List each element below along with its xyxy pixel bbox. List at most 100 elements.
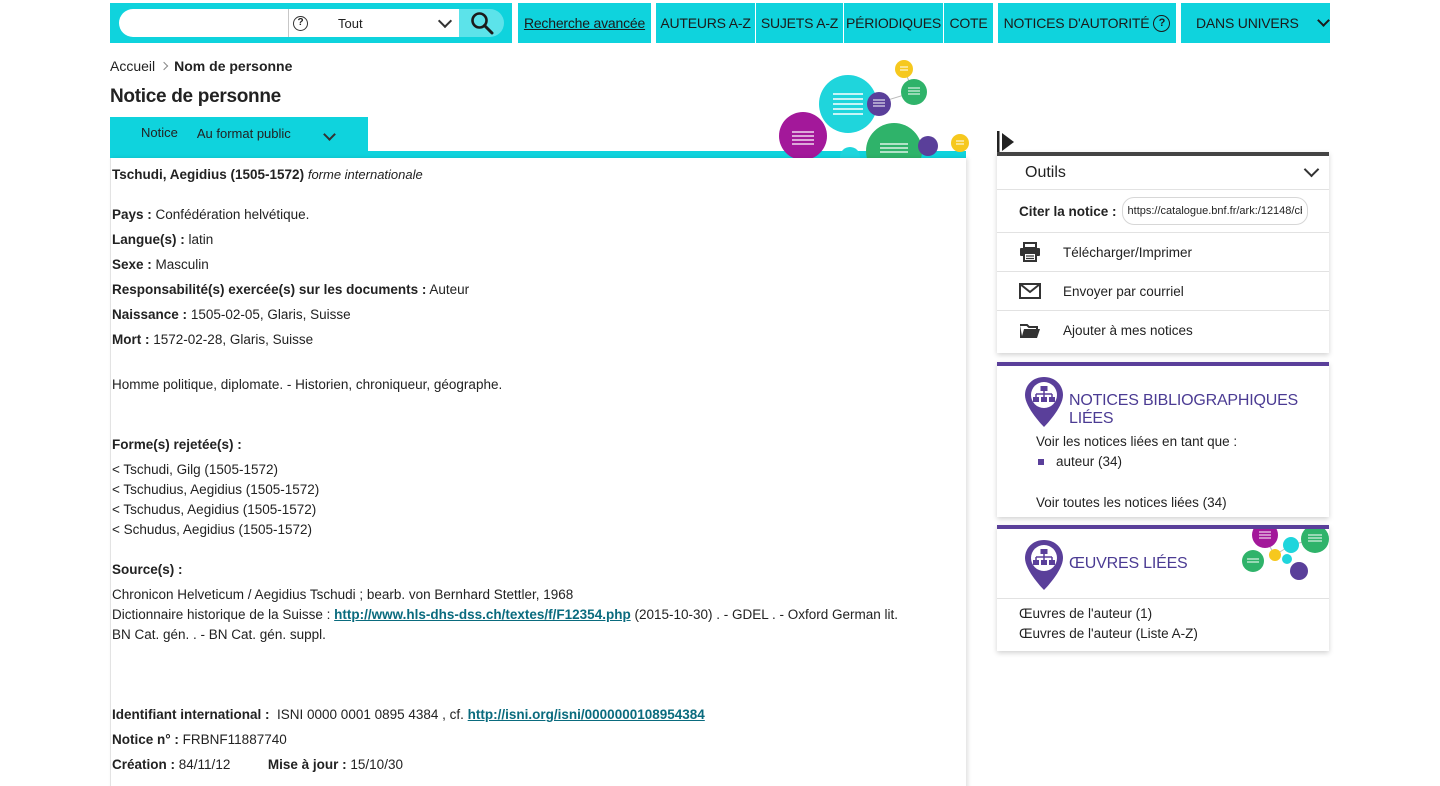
field-label: Langue(s) : [112,232,185,247]
linked-works-title: ŒUVRES LIÉES [1069,555,1188,572]
search-icon [470,12,493,35]
search-button[interactable] [459,9,504,37]
breadcrumb: Accueil Nom de personne [110,58,292,74]
universe-dropdown[interactable]: DANS UNIVERS [1181,3,1330,43]
all-linked-records-link[interactable]: Voir toutes les notices liées (34) [1036,495,1227,510]
folder-icon [1019,320,1041,342]
add-to-my-records-button[interactable]: Ajouter à mes notices [997,311,1329,350]
top-navigation: ? Tout Recherche avancée AUTEURS A-Z SUJ… [110,3,1330,43]
field-sex: Sexe : Masculin [112,257,209,272]
breadcrumb-home[interactable]: Accueil [110,58,155,74]
cite-label: Citer la notice : [1019,203,1117,219]
chevron-down-icon [322,127,336,141]
field-value: 15/10/30 [350,757,403,772]
field-label: Sexe : [112,257,152,272]
help-icon[interactable]: ? [1153,14,1171,32]
nav-authority-records[interactable]: NOTICES D'AUTORITÉ ? [998,3,1176,43]
source-item: BN Cat. gén. . - BN Cat. gén. suppl. [112,627,326,642]
linked-as-author-label: auteur (34) [1056,454,1123,469]
universe-label: DANS UNIVERS [1196,15,1299,31]
cite-row: Citer la notice : [997,190,1329,233]
rejected-form: < Tschudius, Aegidius (1505-1572) [112,482,320,497]
biographical-note: Homme politique, diplomate. - Historien,… [112,377,503,392]
rejected-forms-heading: Forme(s) rejetée(s) : [112,437,242,452]
help-icon[interactable]: ? [293,15,308,31]
source-text: (2015-10-30) . - GDEL . - Oxford German … [634,607,899,622]
source-item: Chronicon Helveticum / Aegidius Tschudi … [112,587,574,602]
field-label: Naissance : [112,307,188,322]
field-responsibility: Responsabilité(s) exercée(s) sur les doc… [112,282,469,297]
search-bar: ? Tout [110,3,512,43]
field-label: Pays : [112,207,152,222]
search-input[interactable] [119,9,289,37]
collapse-panel-toggle[interactable] [997,131,1015,153]
download-print-button[interactable]: Télécharger/Imprimer [997,233,1329,272]
field-label: Notice n° : [112,732,179,747]
authority-record: Tschudi, Aegidius (1505-1572) forme inte… [110,158,966,786]
map-pin-icon [1025,540,1063,590]
page-title: Notice de personne [110,86,281,107]
source-text: Dictionnaire historique de la Suisse : [112,607,331,622]
field-value: 84/11/12 [178,757,231,772]
email-label: Envoyer par courriel [1063,283,1184,299]
field-country: Pays : Confédération helvétique. [112,207,309,222]
sources-heading: Source(s) : [112,562,183,577]
field-isni: Identifiant international : ISNI 0000 00… [112,707,705,722]
works-by-author-link[interactable]: Œuvres de l'auteur (1) [1019,606,1152,621]
person-name: Tschudi, Aegidius (1505-1572) [112,167,305,182]
field-value: FRBNF11887740 [182,732,287,747]
field-notice-number: Notice n° : FRBNF11887740 [112,732,287,747]
nav-authors-az[interactable]: AUTEURS A-Z [656,3,755,43]
chevron-down-icon [437,13,453,28]
chevron-down-icon [1303,161,1320,178]
envelope-icon [1019,280,1041,302]
format-selector[interactable]: Notice Au format public [110,117,368,151]
field-language: Langue(s) : latin [112,232,213,247]
field-value: Confédération helvétique. [155,207,310,222]
linked-bibliographic-records-panel: NOTICES BIBLIOGRAPHIQUES LIÉES Voir les … [997,362,1329,517]
cite-url-field[interactable] [1121,197,1308,225]
isni-link[interactable]: http://isni.org/isni/0000000108954384 [468,707,705,722]
field-label: Mort : [112,332,150,347]
rejected-form: < Tschudi, Gilg (1505-1572) [112,462,278,477]
printer-icon [1019,241,1041,263]
search-scope-select[interactable]: ? Tout [288,9,460,37]
rejected-form: < Tschudus, Aegidius (1505-1572) [112,502,317,517]
bullet-icon [1038,459,1044,466]
divider [997,598,1329,599]
nav-shelfmark[interactable]: COTE [944,3,993,43]
field-value: Masculin [155,257,209,272]
tools-panel: Outils Citer la notice : Télécharger/Imp… [997,152,1329,353]
linked-works-panel: ŒUVRES LIÉES Œuvres de l'auteur (1) Œuvr… [997,525,1329,651]
add-label: Ajouter à mes notices [1063,323,1193,338]
field-value: latin [188,232,214,247]
field-dates: Création : 84/11/12 Mise à jour : 15/10/… [112,757,403,772]
decorative-bubbles-illustration [776,58,972,158]
field-birth: Naissance : 1505-02-05, Glaris, Suisse [112,307,351,322]
field-value: 1572-02-28, Glaris, Suisse [153,332,314,347]
linked-records-intro: Voir les notices liées en tant que : [1036,434,1238,449]
nav-authority-label: NOTICES D'AUTORITÉ [1003,15,1150,31]
field-label: Mise à jour : [267,757,347,772]
nav-periodicals[interactable]: PÉRIODIQUES [844,3,943,43]
breadcrumb-current: Nom de personne [174,58,293,74]
send-email-button[interactable]: Envoyer par courriel [997,272,1329,311]
source-link[interactable]: http://www.hls-dhs-dss.ch/textes/f/F1235… [334,607,631,622]
field-value: ISNI 0000 0001 0895 4384 , cf. [277,707,464,722]
linked-records-title: NOTICES BIBLIOGRAPHIQUES LIÉES [1069,392,1299,427]
works-by-author-az-link[interactable]: Œuvres de l'auteur (Liste A-Z) [1019,626,1198,641]
field-death: Mort : 1572-02-28, Glaris, Suisse [112,332,313,347]
advanced-search-link[interactable]: Recherche avancée [518,3,651,43]
decorative-bubbles-illustration [1242,529,1329,580]
tools-header[interactable]: Outils [997,156,1329,190]
field-label: Création : [112,757,176,772]
linked-as-author-link[interactable]: auteur (34) [1038,454,1122,469]
field-value: 1505-02-05, Glaris, Suisse [190,307,351,322]
record-heading: Tschudi, Aegidius (1505-1572) forme inte… [112,167,423,182]
chevron-right-icon [159,61,169,71]
field-value: Auteur [429,282,470,297]
scope-value: Tout [338,15,363,31]
rejected-form: < Schudus, Aegidius (1505-1572) [112,522,313,537]
tools-title: Outils [1025,163,1066,181]
nav-subjects-az[interactable]: SUJETS A-Z [756,3,843,43]
